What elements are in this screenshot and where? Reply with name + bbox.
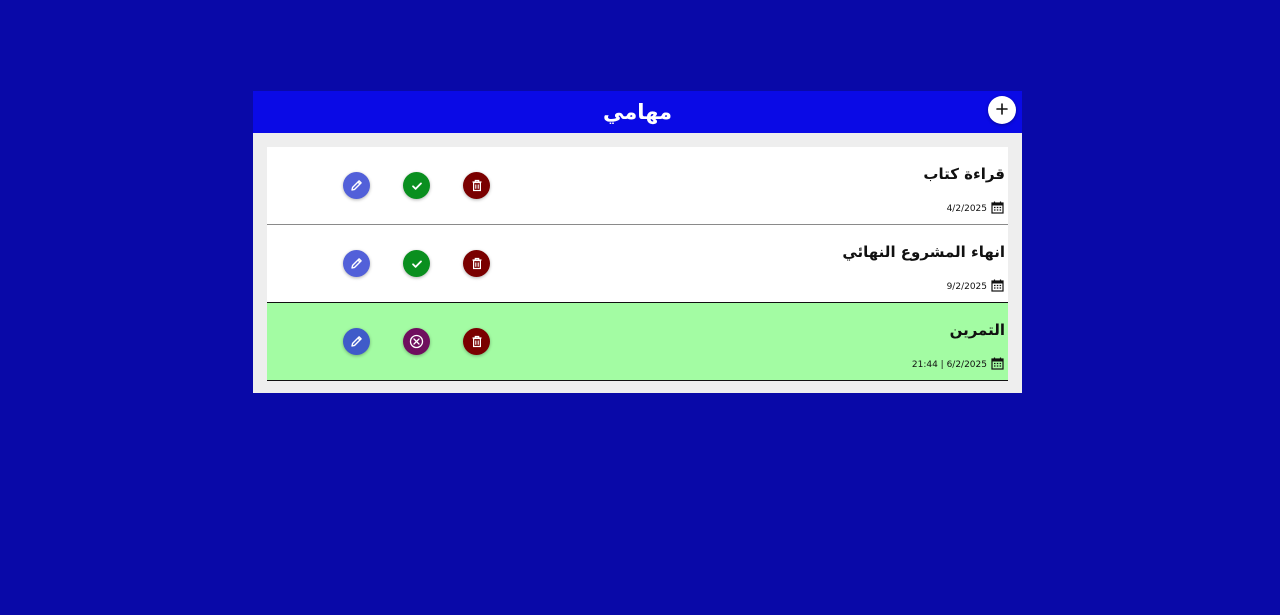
delete-button[interactable] bbox=[463, 250, 490, 277]
task-title: قراءة كتاب bbox=[923, 165, 1005, 183]
pencil-icon bbox=[350, 335, 363, 348]
task-date: 9/2/2025 bbox=[946, 282, 987, 292]
calendar-icon bbox=[991, 201, 1004, 214]
check-icon bbox=[411, 258, 423, 270]
task-item: قراءة كتاب 4/2/2025 bbox=[267, 147, 1008, 225]
task-date: 4/2/2025 bbox=[946, 204, 987, 214]
page-title: مهامي bbox=[603, 100, 672, 124]
trash-icon bbox=[471, 257, 483, 270]
add-task-button[interactable] bbox=[988, 96, 1016, 124]
header-bar: مهامي bbox=[253, 91, 1022, 133]
trash-icon bbox=[471, 335, 483, 348]
todo-panel: مهامي قراءة كتاب 4/2/2025 انهاء المشروع … bbox=[253, 91, 1022, 393]
undo-complete-button[interactable] bbox=[403, 328, 430, 355]
x-circle-icon bbox=[409, 334, 424, 349]
edit-button[interactable] bbox=[343, 328, 370, 355]
task-date: 21:44 | 6/2/2025 bbox=[911, 360, 987, 370]
task-item-completed: التمرين 21:44 | 6/2/2025 bbox=[267, 302, 1008, 381]
task-date-row: 4/2/2025 bbox=[947, 201, 1004, 214]
task-list: قراءة كتاب 4/2/2025 انهاء المشروع النهائ… bbox=[267, 147, 1008, 381]
edit-button[interactable] bbox=[343, 172, 370, 199]
task-title: التمرين bbox=[949, 321, 1005, 339]
task-item: انهاء المشروع النهائي 9/2/2025 bbox=[267, 225, 1008, 303]
complete-button[interactable] bbox=[403, 172, 430, 199]
delete-button[interactable] bbox=[463, 172, 490, 199]
delete-button[interactable] bbox=[463, 328, 490, 355]
task-title: انهاء المشروع النهائي bbox=[842, 243, 1005, 261]
task-date-row: 21:44 | 6/2/2025 bbox=[912, 357, 1004, 370]
pencil-icon bbox=[350, 257, 363, 270]
edit-button[interactable] bbox=[343, 250, 370, 277]
check-icon bbox=[411, 180, 423, 192]
calendar-icon bbox=[991, 279, 1004, 292]
complete-button[interactable] bbox=[403, 250, 430, 277]
task-date-row: 9/2/2025 bbox=[947, 279, 1004, 292]
trash-icon bbox=[471, 179, 483, 192]
pencil-icon bbox=[350, 179, 363, 192]
calendar-icon bbox=[991, 357, 1004, 370]
plus-icon bbox=[996, 102, 1008, 118]
